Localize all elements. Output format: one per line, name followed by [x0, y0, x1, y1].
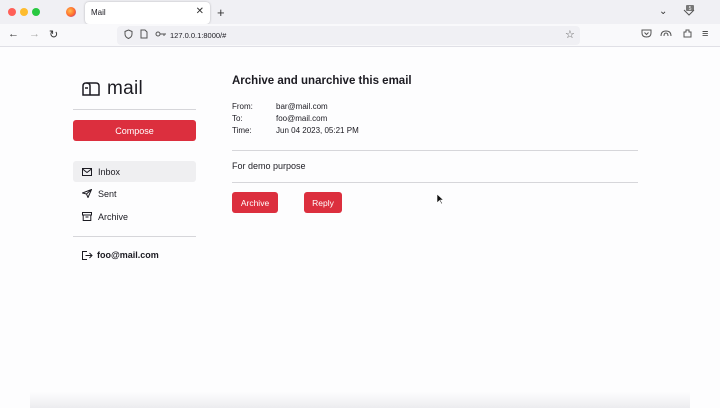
page-icon: [140, 29, 148, 41]
sidebar-item-sent[interactable]: Sent: [73, 183, 196, 204]
browser-tab-strip: Mail ✕ + ⌄ 5: [0, 0, 720, 24]
user-email: foo@mail.com: [97, 250, 159, 260]
bookmark-star-icon[interactable]: ☆: [565, 28, 575, 41]
window-minimize-button[interactable]: [20, 8, 28, 16]
sidebar-item-inbox[interactable]: Inbox: [73, 161, 196, 182]
shield-icon[interactable]: [124, 29, 133, 41]
browser-tab[interactable]: Mail ✕: [85, 2, 210, 24]
compose-button[interactable]: Compose: [73, 120, 196, 141]
reply-button[interactable]: Reply: [304, 192, 342, 213]
window-zoom-button[interactable]: [32, 8, 40, 16]
mouse-cursor-icon: [436, 193, 444, 205]
to-label: To:: [232, 114, 243, 123]
email-subject: Archive and unarchive this email: [232, 75, 412, 87]
menu-icon[interactable]: ≡: [702, 28, 708, 40]
from-label: From:: [232, 102, 253, 111]
inbox-icon: [82, 167, 92, 176]
logo-text: mail: [107, 78, 144, 99]
email-divider: [232, 182, 638, 183]
sync-icon[interactable]: [660, 28, 672, 41]
back-arrow-icon[interactable]: ←: [8, 28, 19, 40]
extensions-icon[interactable]: [682, 28, 693, 42]
mail-app: mail Compose Inbox Sent Archive foo@mail…: [0, 48, 720, 408]
send-icon: [82, 189, 92, 198]
user-account[interactable]: foo@mail.com: [82, 250, 159, 260]
sidebar-item-label: Archive: [98, 211, 129, 222]
address-bar[interactable]: 127.0.0.1:8000/# ☆: [117, 26, 580, 45]
archive-button[interactable]: Archive: [232, 192, 278, 213]
sidebar-item-archive[interactable]: Archive: [73, 206, 196, 227]
close-tab-icon[interactable]: ✕: [196, 6, 204, 17]
time-value: Jun 04 2023, 05:21 PM: [276, 126, 359, 135]
sidebar-item-label: Sent: [98, 188, 117, 199]
reload-icon[interactable]: ↻: [49, 28, 58, 41]
sidebar-item-label: Inbox: [98, 166, 121, 177]
key-icon[interactable]: [155, 29, 167, 41]
logout-icon: [82, 250, 93, 260]
tab-title: Mail: [91, 8, 106, 17]
pocket-icon[interactable]: [641, 28, 652, 41]
from-value: bar@mail.com: [276, 102, 328, 111]
window-bottom-shadow: [30, 392, 690, 408]
new-tab-icon[interactable]: +: [217, 5, 225, 20]
sidebar-divider: [73, 236, 196, 237]
mailbox-icon: [82, 82, 100, 96]
app-logo: mail: [82, 78, 143, 100]
url-text: 127.0.0.1:8000/#: [170, 31, 227, 40]
sidebar-divider: [73, 109, 196, 110]
extension-badge-icon[interactable]: 5: [682, 4, 696, 20]
forward-arrow-icon[interactable]: →: [29, 28, 40, 40]
firefox-icon[interactable]: [66, 7, 76, 17]
email-divider: [232, 150, 638, 151]
browser-toolbar: ← → ↻ 127.0.0.1:8000/# ☆ ≡: [0, 24, 720, 47]
list-tabs-icon[interactable]: ⌄: [659, 6, 667, 17]
to-value: foo@mail.com: [276, 114, 328, 123]
svg-text:5: 5: [689, 6, 692, 12]
email-body: For demo purpose: [232, 161, 306, 171]
time-label: Time:: [232, 126, 252, 135]
window-close-button[interactable]: [8, 8, 16, 16]
archive-icon: [82, 212, 92, 221]
